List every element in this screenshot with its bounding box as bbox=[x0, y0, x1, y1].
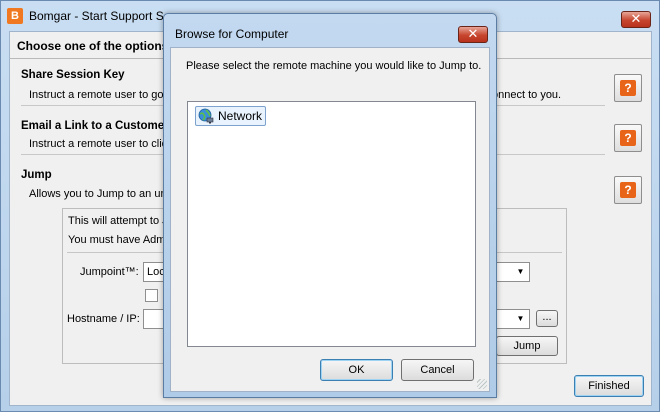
main-close-button[interactable]: ✕ bbox=[621, 11, 651, 28]
jump-option-checkbox[interactable] bbox=[145, 289, 158, 302]
dialog-prompt: Please select the remote machine you wou… bbox=[186, 60, 482, 72]
help-icon: ? bbox=[620, 80, 636, 96]
tree-item-network[interactable]: Network bbox=[195, 106, 267, 126]
resize-grip[interactable] bbox=[477, 379, 487, 389]
computer-tree-view[interactable]: Network bbox=[187, 101, 476, 347]
hostname-label: Hostname / IP: bbox=[67, 313, 140, 325]
email-link-help-button[interactable]: ? bbox=[614, 124, 642, 152]
jumpoint-label: Jumpoint™: bbox=[80, 266, 139, 278]
dialog-client-area: Please select the remote machine you wou… bbox=[170, 47, 490, 392]
jump-desc: Allows you to Jump to an una bbox=[29, 188, 173, 200]
jump-info-line-2: You must have Admin bbox=[68, 234, 174, 246]
chevron-down-icon: ▼ bbox=[516, 267, 525, 276]
jump-help-button[interactable]: ? bbox=[614, 176, 642, 204]
share-session-key-desc-tail: onnect to you. bbox=[492, 89, 562, 101]
dialog-title: Browse for Computer bbox=[175, 27, 289, 41]
main-window-title: Bomgar - Start Support Se bbox=[29, 9, 171, 23]
choose-options-heading: Choose one of the options bbox=[17, 39, 169, 53]
ok-button[interactable]: OK bbox=[320, 359, 393, 381]
jump-info-line-1: This will attempt to Ju bbox=[68, 215, 174, 227]
email-link-desc: Instruct a remote user to clic bbox=[29, 138, 168, 150]
jump-button[interactable]: Jump bbox=[496, 336, 558, 356]
help-icon: ? bbox=[620, 182, 636, 198]
jump-title: Jump bbox=[21, 169, 52, 181]
bomgar-app-icon: B bbox=[7, 8, 23, 24]
share-session-key-desc: Instruct a remote user to go bbox=[29, 89, 164, 101]
dialog-close-button[interactable]: ✕ bbox=[458, 26, 488, 43]
browse-for-computer-dialog: Browse for Computer ✕ Please select the … bbox=[163, 13, 497, 398]
finished-button[interactable]: Finished bbox=[574, 375, 644, 397]
tree-item-label: Network bbox=[218, 109, 263, 123]
browse-button[interactable]: ... bbox=[536, 310, 558, 327]
network-globe-icon bbox=[198, 108, 214, 124]
share-session-key-help-button[interactable]: ? bbox=[614, 74, 642, 102]
chevron-down-icon: ▼ bbox=[516, 314, 525, 323]
email-link-title: Email a Link to a Customer bbox=[21, 120, 169, 132]
cancel-button[interactable]: Cancel bbox=[401, 359, 474, 381]
share-session-key-title: Share Session Key bbox=[21, 69, 125, 81]
help-icon: ? bbox=[620, 130, 636, 146]
